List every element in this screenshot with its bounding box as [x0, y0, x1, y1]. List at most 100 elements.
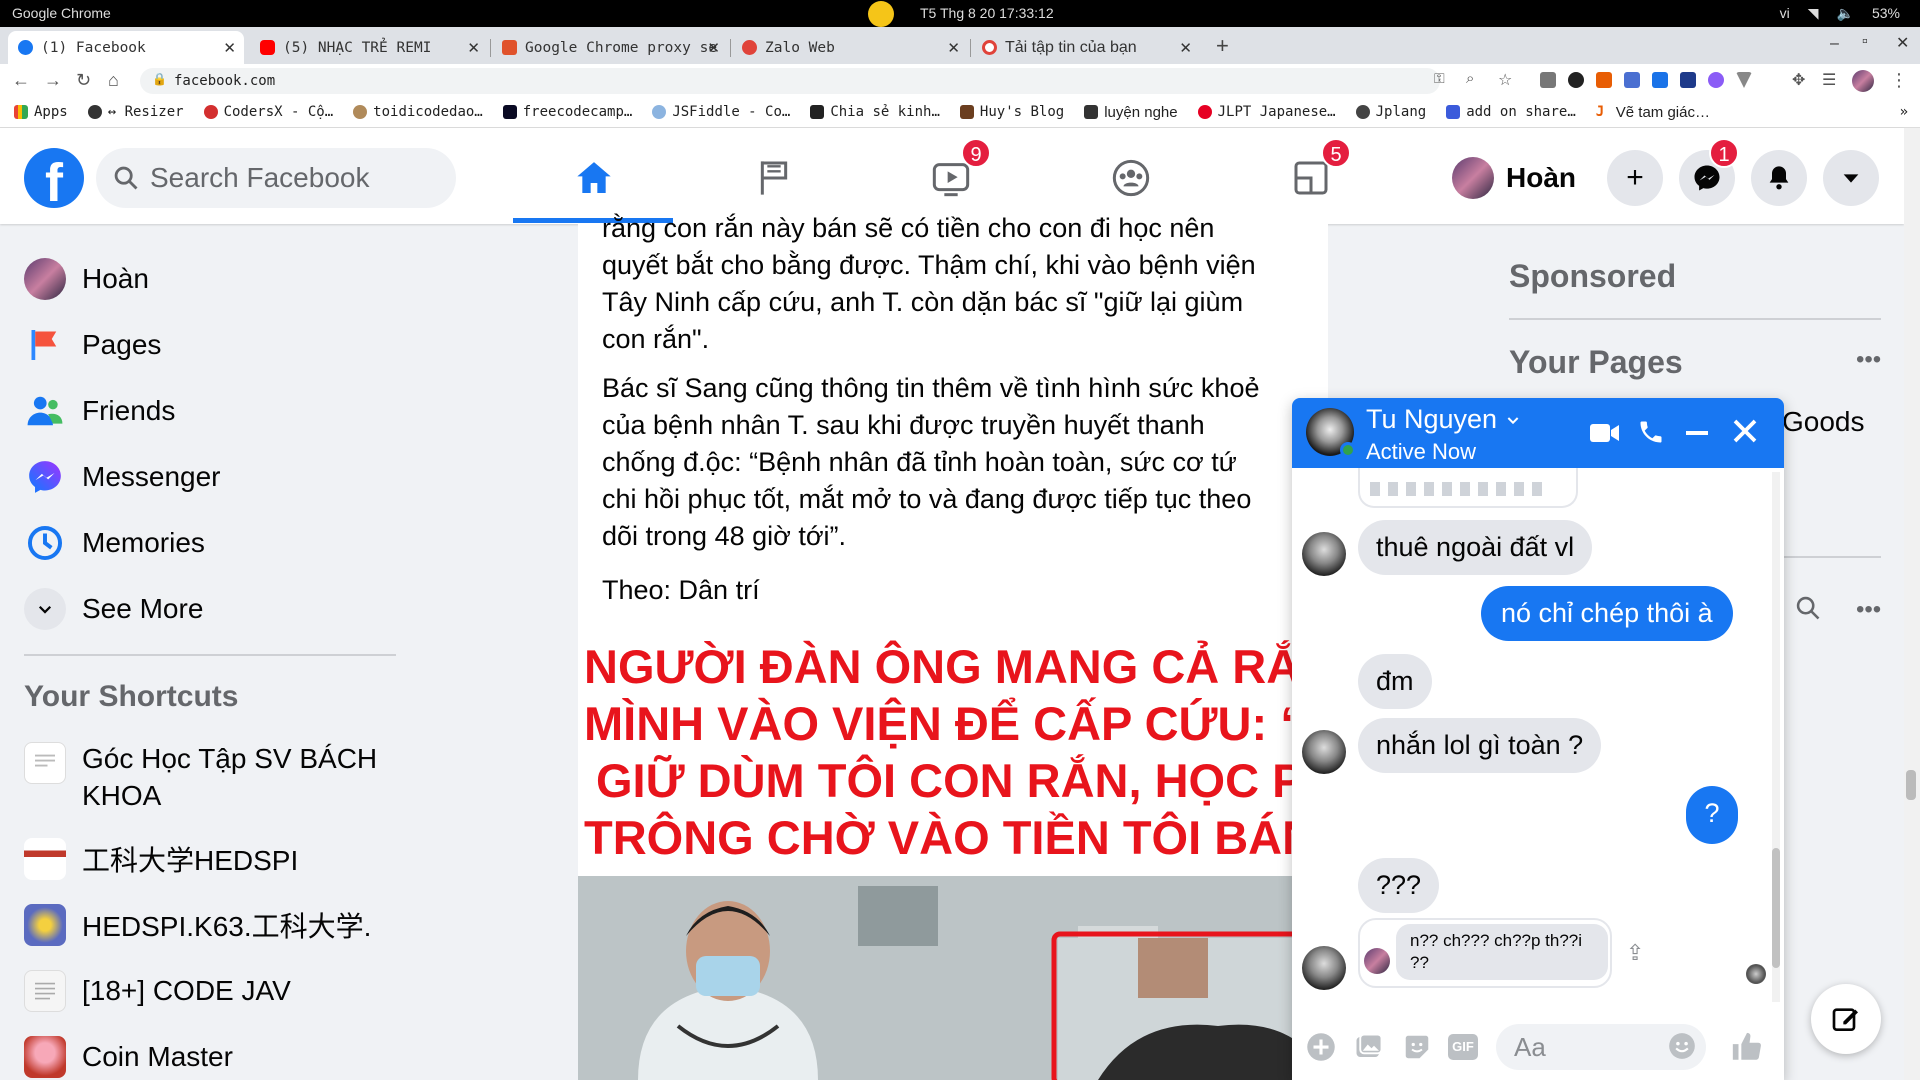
extension-icon[interactable]	[1596, 72, 1612, 88]
minimize-icon[interactable]: –	[1830, 35, 1839, 53]
post-image-headline[interactable]: NGƯỜI ĐÀN ÔNG MANG CẢ RẮN HỔ MANG C.Ắ MÌ…	[578, 628, 1328, 876]
home-icon[interactable]: ⌂	[108, 70, 119, 91]
nav-groups[interactable]	[1061, 148, 1201, 208]
forward-icon[interactable]: →	[44, 70, 62, 91]
bookmark-luyen-nghe[interactable]: luyện nghe	[1084, 104, 1178, 121]
minimize-chat-icon[interactable]	[1686, 431, 1708, 435]
profile-button[interactable]: Hoàn	[1452, 150, 1576, 206]
bookmark-huys-blog[interactable]: Huy's Blog	[959, 104, 1064, 120]
sidebar-item-memories[interactable]: Memories	[24, 522, 205, 564]
close-window-icon[interactable]: ✕	[1896, 33, 1909, 53]
close-chat-icon[interactable]	[1730, 416, 1760, 451]
sidebar-item-pages[interactable]: Pages	[24, 324, 161, 366]
tab-facebook[interactable]: (1) Facebook ✕	[8, 31, 244, 64]
close-tab-icon[interactable]: ✕	[707, 39, 720, 57]
new-tab-icon[interactable]: +	[1216, 33, 1229, 59]
incoming-message[interactable]: ???	[1358, 858, 1440, 913]
emoji-icon[interactable]	[1668, 1032, 1696, 1067]
os-datetime[interactable]: T5 Thg 8 20 17:33:12	[920, 5, 1054, 21]
shortcut-item[interactable]: HEDSPI.K63.工科大学.	[24, 904, 371, 946]
incoming-message[interactable]: thuê ngoài đất vl	[1358, 520, 1593, 575]
sidebar-see-more[interactable]: See More	[24, 588, 203, 630]
facebook-logo-icon[interactable]: f	[24, 148, 84, 208]
extension-icon[interactable]	[1680, 72, 1696, 88]
outgoing-message[interactable]: nó chỉ chép thôi à	[1481, 586, 1733, 641]
sticker-icon[interactable]	[1402, 1032, 1432, 1067]
nav-gaming[interactable]: 5	[1241, 138, 1381, 208]
tab-download[interactable]: Tải tập tin của bạn ✕	[972, 31, 1200, 64]
more-options-icon[interactable]: •••	[1856, 346, 1881, 374]
chat-avatar[interactable]	[1302, 946, 1346, 990]
page-scroll-thumb[interactable]	[1906, 770, 1916, 800]
plus-circle-icon[interactable]	[1306, 1032, 1336, 1067]
bookmark-apps[interactable]: Apps	[14, 104, 68, 120]
bookmark-jsfiddle[interactable]: JSFiddle - Co…	[652, 104, 790, 120]
chat-contact-name[interactable]: Tu Nguyen	[1366, 404, 1521, 435]
nav-pages[interactable]	[704, 148, 844, 208]
chat-scrollbar[interactable]	[1772, 472, 1780, 1002]
shared-message-preview[interactable]: n?? ch??? ch??p th??i ??	[1358, 918, 1612, 988]
star-icon[interactable]: ☆	[1498, 70, 1512, 90]
create-button[interactable]: +	[1607, 150, 1663, 206]
page-name-partial[interactable]: Goods	[1782, 406, 1865, 438]
extension-icon[interactable]	[1568, 72, 1584, 88]
sidebar-item-profile[interactable]: Hoàn	[24, 258, 149, 300]
chat-avatar[interactable]	[1302, 532, 1346, 576]
volume-icon[interactable]: 🔈	[1837, 5, 1854, 22]
page-scrollbar[interactable]	[1904, 128, 1920, 1080]
close-tab-icon[interactable]: ✕	[1179, 39, 1192, 57]
tab-zalo[interactable]: Zalo Web ✕	[732, 31, 968, 64]
messenger-button[interactable]: 1	[1679, 138, 1739, 206]
contacts-search-icon[interactable]	[1794, 594, 1822, 627]
shortcut-item[interactable]: Coin Master	[24, 1036, 233, 1078]
bookmark-jplang[interactable]: Jplang	[1355, 104, 1426, 120]
lock-icon[interactable]: 🔒	[152, 72, 167, 86]
shortcut-item[interactable]: 工科大学HEDSPI	[24, 838, 298, 880]
bookmarks-overflow-icon[interactable]: »	[1900, 104, 1908, 120]
nav-home[interactable]	[524, 148, 664, 208]
bookmark-codersx[interactable]: CodersX - Cộ…	[203, 104, 333, 120]
chat-avatar[interactable]	[1302, 730, 1346, 774]
key-icon[interactable]: ⚿	[1434, 70, 1445, 87]
extension-icon[interactable]	[1736, 72, 1752, 88]
notifications-button[interactable]	[1751, 150, 1807, 206]
close-tab-icon[interactable]: ✕	[223, 39, 236, 57]
tab-proxy[interactable]: Google Chrome proxy se ✕	[492, 31, 728, 64]
chat-header[interactable]: Tu Nguyen Active Now	[1292, 398, 1784, 468]
gif-icon[interactable]: GIF	[1448, 1034, 1478, 1060]
incoming-message[interactable]: nhắn lol gì toàn ?	[1358, 718, 1602, 773]
bookmark-freecodecamp[interactable]: freecodecamp…	[502, 104, 632, 120]
shared-screenshot-preview[interactable]	[1358, 468, 1578, 508]
tab-youtube[interactable]: (5) NHẠC TRẺ REMI ✕	[250, 31, 488, 64]
account-menu-button[interactable]	[1823, 150, 1879, 206]
more-options-icon[interactable]: •••	[1856, 596, 1881, 624]
extension-icon[interactable]	[1652, 72, 1668, 88]
bookmark-resizer[interactable]: ↔ Resizer	[87, 104, 184, 120]
extension-icon[interactable]	[1540, 72, 1556, 88]
battery-level[interactable]: 53%	[1872, 5, 1900, 22]
chrome-menu-icon[interactable]: ⋮	[1890, 70, 1908, 91]
close-tab-icon[interactable]: ✕	[467, 39, 480, 57]
bookmark-toidicodedao[interactable]: toidicodedao…	[353, 104, 483, 120]
url-bar[interactable]: 🔒 facebook.com	[140, 68, 1440, 94]
extension-icon[interactable]	[1624, 72, 1640, 88]
os-lang[interactable]: vi	[1780, 5, 1790, 22]
wifi-icon[interactable]: ◥	[1808, 5, 1819, 22]
new-message-button[interactable]	[1811, 984, 1881, 1054]
close-tab-icon[interactable]: ✕	[947, 39, 960, 57]
post-photo[interactable]	[578, 876, 1328, 1080]
thumbs-up-icon[interactable]	[1730, 1030, 1764, 1069]
restore-icon[interactable]: ▫	[1862, 33, 1868, 51]
back-icon[interactable]: ←	[12, 70, 30, 91]
reload-icon[interactable]: ↻	[76, 70, 91, 91]
shortcut-item[interactable]: [18+] CODE JAV	[24, 970, 291, 1012]
bookmark-ve-tam-giac[interactable]: J Vẽ tam giác…	[1595, 104, 1710, 121]
message-input[interactable]: Aa	[1496, 1024, 1706, 1070]
phone-icon[interactable]	[1637, 418, 1665, 451]
bookmark-add-on-share[interactable]: add on share…	[1446, 104, 1576, 120]
puzzle-icon[interactable]: ✥	[1792, 70, 1805, 90]
incoming-message[interactable]: đm	[1358, 654, 1432, 709]
share-icon[interactable]: ⇪	[1626, 940, 1644, 966]
profile-avatar-icon[interactable]	[1852, 70, 1874, 92]
shortcut-item[interactable]: Góc Học Tập SV BÁCH KHOA	[24, 740, 392, 814]
